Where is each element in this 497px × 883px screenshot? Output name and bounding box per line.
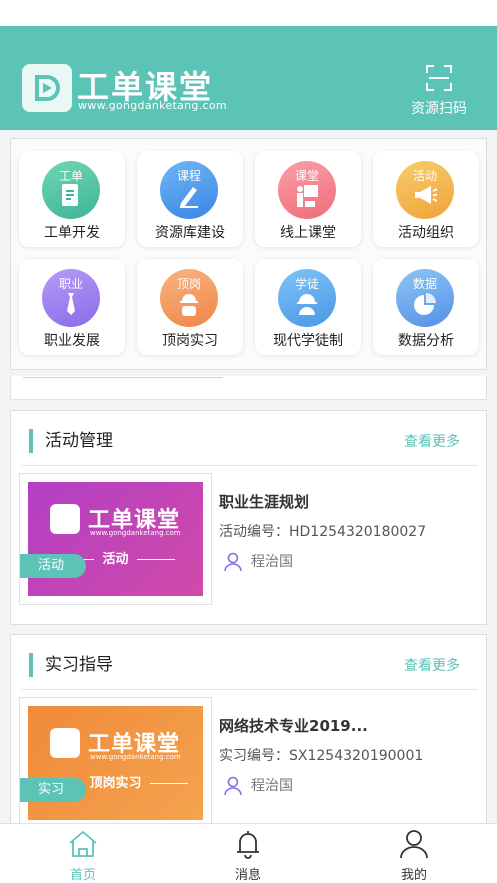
divider	[21, 689, 478, 690]
activity-person: 程治国	[223, 551, 293, 572]
helmet-icon	[297, 294, 317, 315]
activity-code: 活动编号：HD1254320180027	[219, 524, 427, 540]
feature-badge: 职业	[42, 269, 100, 327]
scan-icon	[426, 65, 452, 91]
section-title: 实习指导	[29, 653, 113, 677]
brand-url: www.gongdanketang.com	[78, 99, 227, 112]
feature-label: 线上课堂	[280, 225, 336, 241]
feature-badge-text: 活动	[412, 169, 437, 183]
internship-title[interactable]: 网络技术专业2019...	[219, 715, 368, 736]
feature-tile[interactable]: 数据 数据分析	[373, 259, 479, 355]
scan-label: 资源扫码	[411, 101, 467, 117]
activity-section: 活动管理 查看更多 工单课堂 www.gongdanketang.com 活动 …	[10, 410, 487, 625]
view-more-link[interactable]: 查看更多	[404, 655, 460, 675]
tab-profile[interactable]: 我的	[374, 828, 454, 883]
logo-icon	[35, 75, 60, 101]
scan-button[interactable]: 资源扫码	[404, 62, 474, 122]
feature-badge: 课堂	[278, 161, 336, 219]
feature-badge-text: 课堂	[294, 169, 319, 183]
feature-badge: 顶岗	[160, 269, 218, 327]
home-icon	[69, 830, 97, 857]
scroll-hint	[10, 376, 487, 400]
tie-icon	[67, 293, 75, 315]
megaphone-icon	[415, 186, 437, 204]
tab-messages[interactable]: 消息	[208, 828, 288, 883]
feature-label: 资源库建设	[155, 225, 225, 241]
activity-title[interactable]: 职业生涯规划	[219, 491, 309, 512]
feature-label: 现代学徒制	[273, 333, 343, 349]
app-header: 工单课堂 www.gongdanketang.com 资源扫码	[0, 26, 497, 130]
feature-label: 数据分析	[398, 333, 454, 349]
logo-icon	[50, 504, 80, 534]
feature-tile[interactable]: 活动 活动组织	[373, 151, 479, 247]
feature-tile[interactable]: 课堂 线上课堂	[255, 151, 361, 247]
feature-label: 顶岗实习	[162, 333, 218, 349]
document-icon	[62, 184, 78, 206]
pen-icon	[180, 187, 198, 208]
internship-card-image[interactable]: 工单课堂 www.gongdanketang.com 顶岗实习 实习	[19, 697, 212, 829]
feature-tile[interactable]: 职业 职业发展	[19, 259, 125, 355]
person-name: 程治国	[251, 778, 293, 794]
feature-badge-text: 职业	[58, 277, 83, 291]
section-title: 活动管理	[29, 429, 113, 453]
tab-label: 首页	[69, 868, 96, 883]
pie-chart-icon	[414, 293, 436, 315]
status-bar	[0, 0, 497, 26]
tab-home[interactable]: 首页	[43, 828, 123, 883]
feature-tile[interactable]: 课程 资源库建设	[137, 151, 243, 247]
feature-grid: 工单 工单开发 课程 资源库建设 课堂 线上课堂 活动 活动组织 职业 职业发展 顶岗 顶岗实习 学徒现…	[10, 138, 487, 370]
bell-icon	[237, 831, 259, 859]
feature-badge-text: 数据	[412, 277, 437, 291]
activity-thumbnail: 工单课堂 www.gongdanketang.com 活动	[28, 482, 203, 596]
person-icon	[224, 552, 242, 572]
feature-tile[interactable]: 工单 工单开发	[19, 151, 125, 247]
category-badge: 实习	[20, 778, 86, 802]
activity-card-image[interactable]: 工单课堂 www.gongdanketang.com 活动 活动	[19, 473, 212, 605]
feature-badge-text: 工单	[58, 169, 83, 183]
thumb-url: www.gongdanketang.com	[90, 529, 181, 537]
feature-label: 职业发展	[44, 333, 100, 349]
feature-label: 活动组织	[398, 225, 454, 241]
feature-tile[interactable]: 学徒 现代学徒制	[255, 259, 361, 355]
internship-code: 实习编号：SX1254320190001	[219, 748, 424, 764]
category-badge: 活动	[20, 554, 86, 578]
tab-label: 消息	[234, 868, 261, 883]
feature-tile[interactable]: 顶岗 顶岗实习	[137, 259, 243, 355]
feature-badge-text: 顶岗	[176, 277, 201, 291]
app-logo	[22, 64, 72, 112]
internship-person: 程治国	[223, 775, 293, 796]
bottom-tab-bar: 首页 消息 我的	[0, 823, 497, 883]
internship-thumbnail: 工单课堂 www.gongdanketang.com 顶岗实习	[28, 706, 203, 820]
feature-badge: 课程	[160, 161, 218, 219]
thumb-url: www.gongdanketang.com	[90, 753, 181, 761]
person-icon	[224, 776, 242, 796]
teacher-board-icon	[297, 185, 318, 207]
worker-icon	[180, 294, 198, 316]
feature-badge: 工单	[42, 161, 100, 219]
internship-section: 实习指导 查看更多 工单课堂 www.gongdanketang.com 顶岗实…	[10, 634, 487, 834]
tab-label: 我的	[400, 868, 427, 883]
logo-icon	[50, 728, 80, 758]
feature-badge-text: 课程	[176, 169, 201, 183]
feature-badge-text: 学徒	[294, 277, 319, 291]
feature-badge: 数据	[396, 269, 454, 327]
view-more-link[interactable]: 查看更多	[404, 431, 460, 451]
feature-badge: 学徒	[278, 269, 336, 327]
feature-label: 工单开发	[44, 225, 100, 241]
divider	[21, 465, 478, 466]
person-name: 程治国	[251, 554, 293, 570]
feature-badge: 活动	[396, 161, 454, 219]
user-icon	[400, 830, 428, 859]
